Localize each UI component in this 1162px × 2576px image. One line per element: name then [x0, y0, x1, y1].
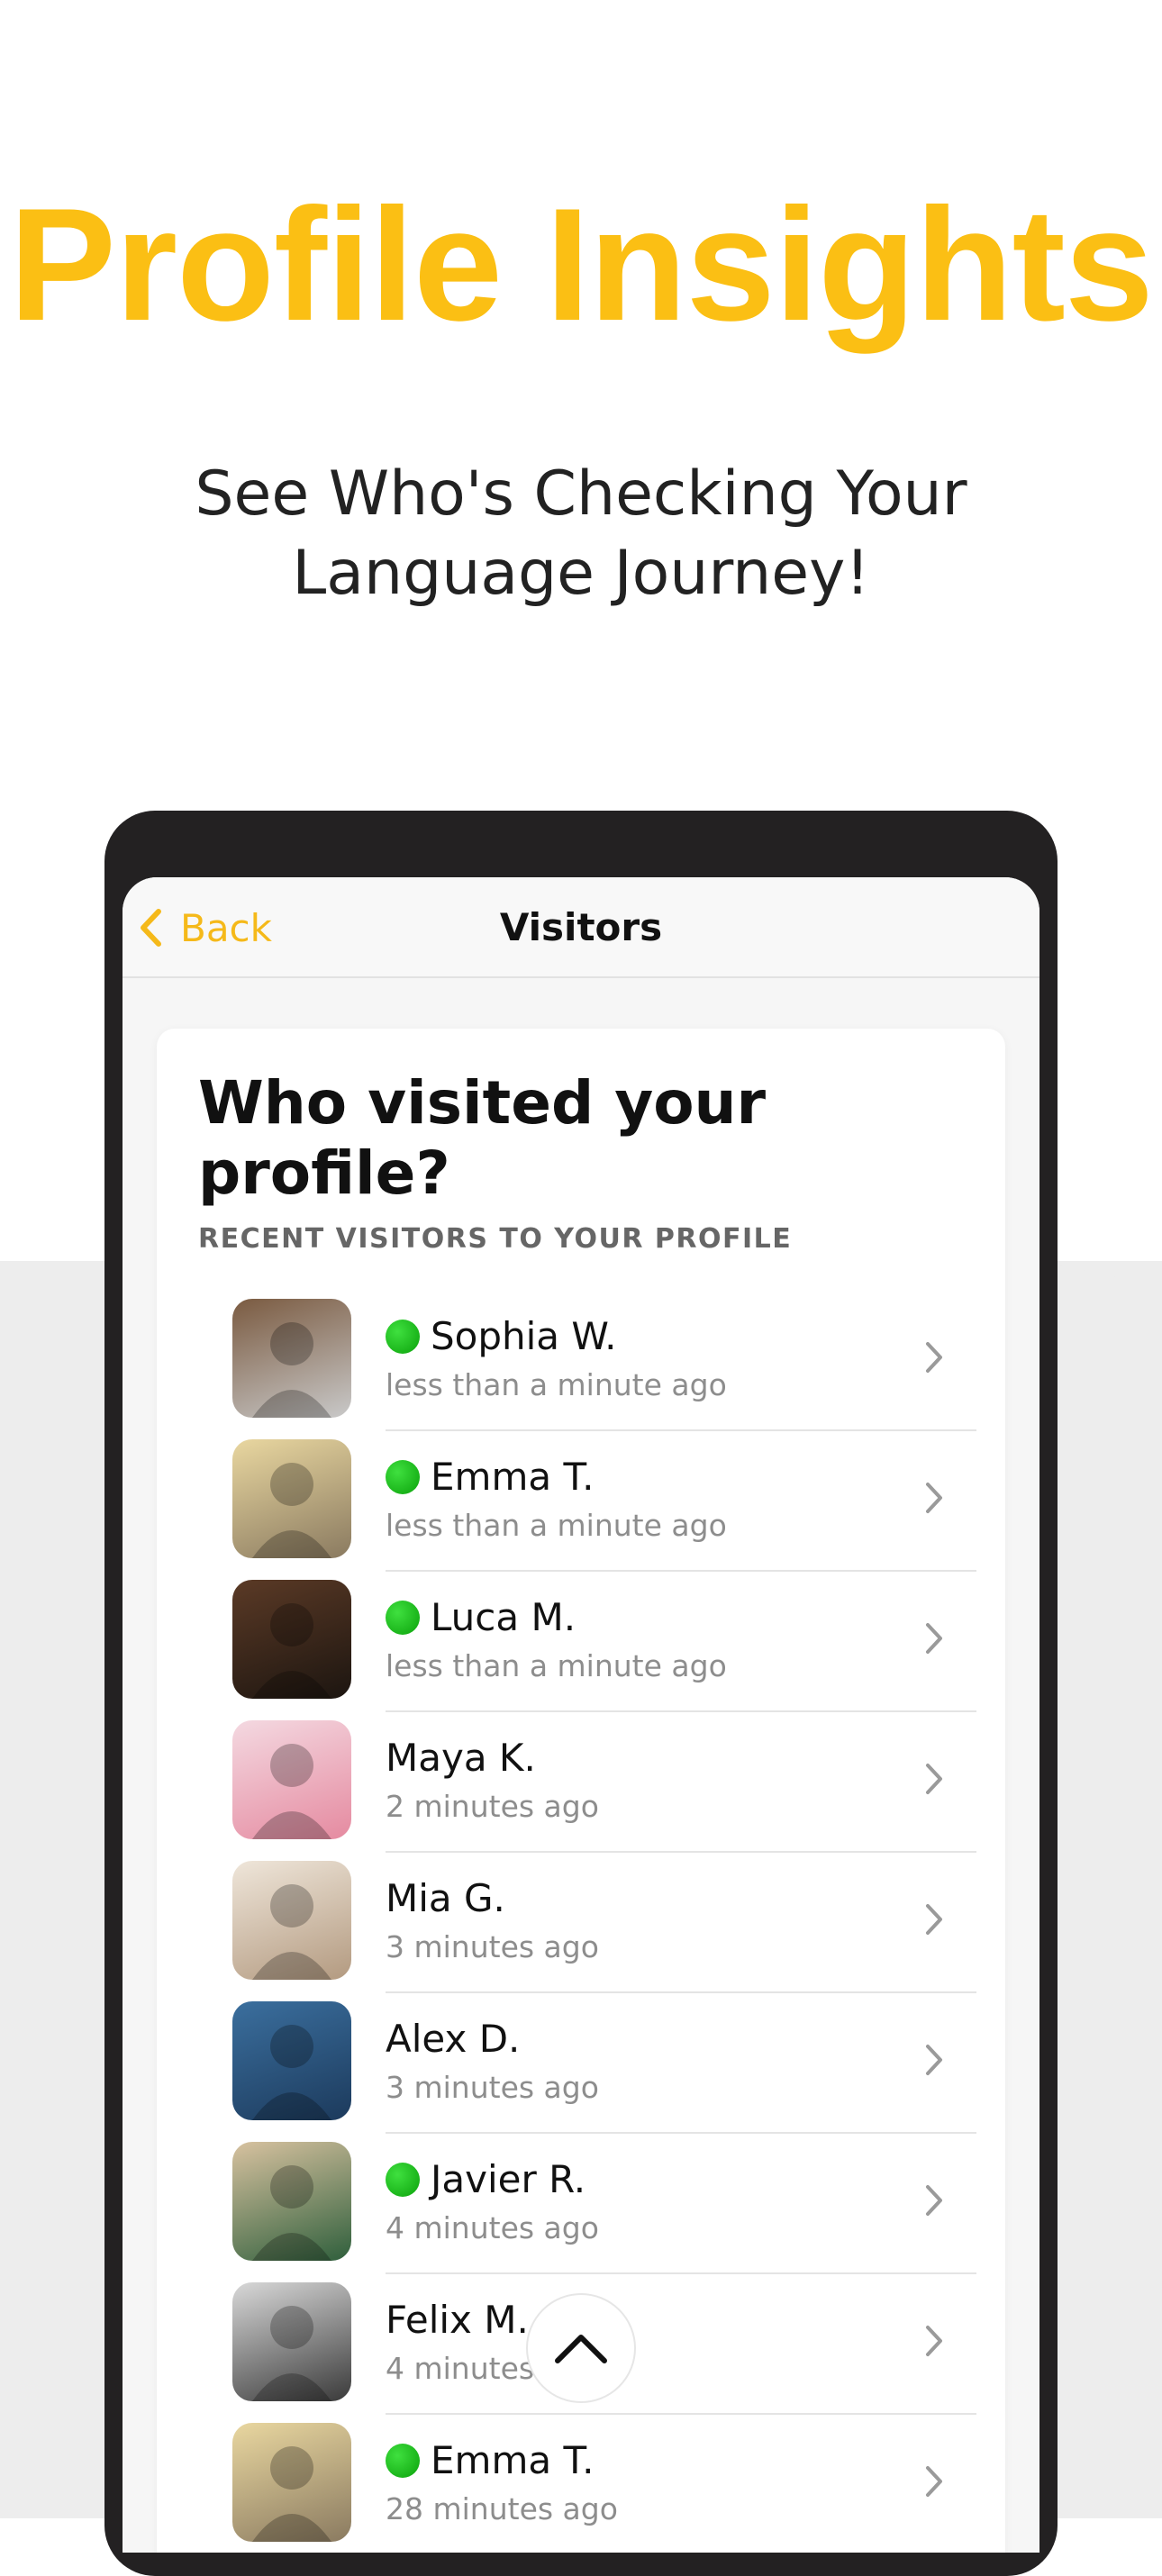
visitor-name-line: Emma T.	[386, 2439, 594, 2482]
chevron-right-icon	[924, 2183, 944, 2221]
visitor-time: 3 minutes ago	[386, 2070, 599, 2105]
visitor-row[interactable]: Sophia W. less than a minute ago	[232, 1290, 976, 1431]
avatar	[232, 1580, 351, 1699]
visitor-name: Felix M.	[386, 2298, 529, 2342]
chevron-right-icon	[924, 2043, 944, 2081]
avatar	[232, 2001, 351, 2120]
chevron-right-icon	[924, 1340, 944, 1378]
visitor-row[interactable]: Mia G. 3 minutes ago	[232, 1852, 976, 1993]
visitor-info: Maya K. 2 minutes ago	[386, 1711, 976, 1853]
visitor-name: Emma T.	[431, 1455, 595, 1499]
visitor-name: Maya K.	[386, 1736, 536, 1780]
visitor-info: Alex D. 3 minutes ago	[386, 1992, 976, 2134]
online-dot-icon	[386, 2444, 420, 2478]
visitor-time: 4 minutes ago	[386, 2210, 599, 2245]
visitor-row[interactable]: Emma T. less than a minute ago	[232, 1430, 976, 1572]
avatar	[232, 1720, 351, 1839]
visitor-row[interactable]: Alex D. 3 minutes ago	[232, 1992, 976, 2134]
chevron-right-icon	[924, 1621, 944, 1659]
nav-title: Visitors	[499, 905, 663, 949]
visitor-name: Sophia W.	[431, 1314, 617, 1358]
visitor-row[interactable]: Luca M. less than a minute ago	[232, 1571, 976, 1712]
visitor-info: Emma T. 28 minutes ago	[386, 2414, 976, 2553]
avatar	[232, 2423, 351, 2542]
visitor-name-line: Alex D.	[386, 2018, 520, 2061]
visitor-name: Luca M.	[431, 1595, 576, 1639]
visitor-name: Javier R.	[431, 2157, 586, 2201]
visitor-row[interactable]: Javier R. 4 minutes ago	[232, 2133, 976, 2274]
visitor-info: Luca M. less than a minute ago	[386, 1571, 976, 1712]
chevron-right-icon	[924, 2324, 944, 2362]
chevron-right-icon	[924, 2464, 944, 2502]
online-dot-icon	[386, 2163, 420, 2197]
card-title: Who visited your profile?	[198, 1068, 767, 1208]
chevron-right-icon	[924, 1902, 944, 1940]
visitor-time: less than a minute ago	[386, 1367, 727, 1402]
chevron-right-icon	[924, 1762, 944, 1800]
visitor-info: Emma T. less than a minute ago	[386, 1430, 976, 1572]
scroll-to-top-button[interactable]	[526, 2293, 636, 2403]
visitor-row[interactable]: Maya K. 2 minutes ago	[232, 1711, 976, 1853]
promo-headline: Profile Insights	[9, 175, 1154, 354]
visitor-info: Javier R. 4 minutes ago	[386, 2133, 976, 2274]
online-dot-icon	[386, 1320, 420, 1354]
visitor-info: Mia G. 3 minutes ago	[386, 1852, 976, 1993]
avatar	[232, 2282, 351, 2401]
visitor-time: less than a minute ago	[386, 1508, 727, 1543]
promo-subtitle-line2: Language Journey!	[292, 538, 870, 609]
visitor-name-line: Javier R.	[386, 2158, 586, 2201]
visitor-time: 2 minutes ago	[386, 1789, 599, 1824]
visitor-name-line: Sophia W.	[386, 1315, 616, 1358]
visitor-time: less than a minute ago	[386, 1648, 727, 1683]
visitor-name-line: Mia G.	[386, 1877, 505, 1920]
visitor-name: Mia G.	[386, 1876, 505, 1920]
visitor-time: 3 minutes ago	[386, 1929, 599, 1964]
card-subtitle: RECENT VISITORS TO YOUR PROFILE	[198, 1223, 793, 1255]
avatar	[232, 1439, 351, 1558]
visitor-name-line: Felix M.	[386, 2299, 529, 2342]
visitor-info: Sophia W. less than a minute ago	[386, 1290, 976, 1431]
visitor-info: Felix M. 4 minutes ago	[386, 2273, 976, 2415]
navigation-bar: Back Visitors	[123, 877, 1039, 978]
visitor-name-line: Luca M.	[386, 1596, 576, 1639]
chevron-right-icon	[924, 1481, 944, 1519]
avatar	[232, 1299, 351, 1418]
visitor-name-line: Maya K.	[386, 1737, 536, 1780]
visitor-time: 28 minutes ago	[386, 2491, 618, 2526]
visitor-name-line: Emma T.	[386, 1456, 594, 1499]
online-dot-icon	[386, 1460, 420, 1494]
avatar	[232, 1861, 351, 1980]
visitor-name: Alex D.	[386, 2017, 521, 2061]
promo-subtitle-line1: See Who's Checking Your	[195, 458, 967, 530]
visitor-name: Emma T.	[431, 2438, 595, 2482]
visitor-row[interactable]: Emma T. 28 minutes ago	[232, 2414, 976, 2553]
chevron-up-icon	[555, 2335, 607, 2363]
promo-subtitle: See Who's Checking Your Language Journey…	[0, 455, 1162, 613]
online-dot-icon	[386, 1601, 420, 1635]
avatar	[232, 2142, 351, 2261]
